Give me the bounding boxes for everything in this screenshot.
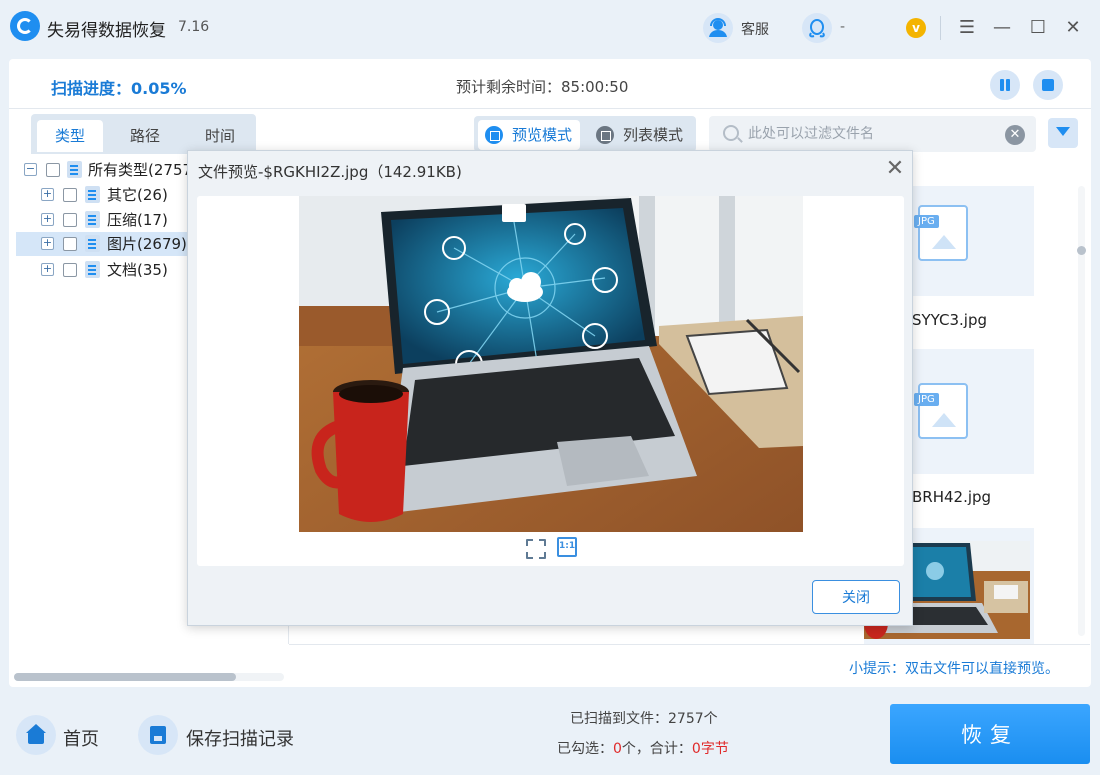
tree-label: 图片(2679)	[107, 235, 187, 253]
expand-icon[interactable]: +	[41, 188, 54, 201]
selected-size: 0字节	[691, 741, 729, 757]
tree-label: 所有类型(2757)	[88, 161, 191, 179]
tree-label: 压缩(17)	[107, 211, 168, 229]
document-icon	[85, 261, 100, 278]
title-separator	[940, 16, 941, 40]
collapse-icon[interactable]: −	[24, 163, 37, 176]
tree-label: 文档(35)	[107, 261, 168, 279]
close-window-icon[interactable]: ✕	[1061, 16, 1085, 40]
menu-icon[interactable]: ☰	[955, 16, 979, 40]
checkbox[interactable]	[63, 188, 77, 202]
tree-label: 其它(26)	[107, 186, 168, 204]
scan-progress: 扫描进度：0.05%	[51, 79, 187, 98]
selected-prefix: 已勾选：	[557, 741, 613, 757]
recover-button[interactable]: 恢复	[890, 704, 1090, 764]
tree-item-archive[interactable]: + 压缩(17)	[16, 208, 191, 232]
all-types-icon	[67, 161, 82, 178]
file-type-tag: JPG	[914, 215, 939, 228]
expand-icon[interactable]: +	[41, 213, 54, 226]
preview-image	[299, 196, 803, 532]
minimize-icon[interactable]: —	[990, 16, 1014, 40]
tree-item-all[interactable]: − 所有类型(2757)	[16, 158, 191, 182]
image-icon	[85, 235, 100, 252]
tip-text: 小提示：双击文件可以直接预览。	[849, 661, 1059, 677]
checkbox[interactable]	[63, 263, 77, 277]
stop-icon[interactable]	[1033, 70, 1063, 100]
other-files-icon	[85, 186, 100, 203]
list-mode-button[interactable]: 列表模式	[589, 120, 693, 150]
checkbox[interactable]	[63, 213, 77, 227]
expand-icon[interactable]: +	[41, 237, 54, 250]
app-title: 失易得数据恢复	[47, 21, 166, 41]
tree-item-other[interactable]: + 其它(26)	[16, 183, 191, 207]
selected-summary: 已勾选：0个，合计：0字节	[557, 738, 729, 758]
pause-icon[interactable]	[990, 70, 1020, 100]
actual-size-icon[interactable]: 1:1	[557, 537, 577, 557]
preview-mode-button[interactable]: 预览模式	[478, 120, 580, 150]
search-icon	[723, 125, 739, 141]
scanned-count: 已扫描到文件：2757个	[570, 711, 718, 727]
checkbox[interactable]	[46, 163, 60, 177]
horizontal-scrollbar-thumb[interactable]	[14, 673, 236, 681]
archive-icon	[85, 211, 100, 228]
filter-icon[interactable]	[1048, 118, 1078, 148]
tab-time[interactable]: 时间	[187, 120, 253, 152]
file-name[interactable]: BRH42.jpg	[912, 488, 991, 506]
file-type-tag: JPG	[914, 393, 939, 406]
save-icon[interactable]	[138, 715, 178, 755]
save-scan-record-label[interactable]: 保存扫描记录	[186, 725, 294, 751]
app-logo-icon	[10, 11, 40, 41]
vertical-scrollbar-thumb[interactable]	[1077, 246, 1086, 255]
file-name[interactable]: SYYC3.jpg	[912, 311, 987, 329]
qq-icon[interactable]	[802, 13, 832, 43]
customer-service-icon[interactable]	[703, 13, 733, 43]
qq-label: -	[840, 19, 846, 35]
app-version: 7.16	[178, 19, 210, 35]
home-label[interactable]: 首页	[63, 725, 99, 751]
home-icon[interactable]	[16, 715, 56, 755]
tree-item-images[interactable]: + 图片(2679)	[16, 232, 191, 256]
fit-screen-icon[interactable]	[524, 537, 544, 557]
tab-path[interactable]: 路径	[112, 120, 178, 152]
close-preview-button[interactable]: 关闭	[812, 580, 900, 614]
jpg-file-icon: JPG	[914, 205, 968, 261]
modal-title: 文件预览-$RGKHI2Z.jpg（142.91KB)	[198, 163, 462, 181]
selected-mid: 个，合计：	[621, 741, 692, 757]
tree-item-documents[interactable]: + 文档(35)	[16, 258, 191, 282]
header-divider	[9, 108, 1091, 109]
search-input[interactable]	[748, 119, 998, 149]
expand-icon[interactable]: +	[41, 263, 54, 276]
customer-service-label[interactable]: 客服	[741, 19, 769, 39]
list-icon	[596, 126, 614, 144]
remaining-time: 预计剩余时间：85:00:50	[456, 78, 629, 96]
tab-type[interactable]: 类型	[37, 120, 103, 152]
list-mode-label: 列表模式	[623, 126, 684, 144]
close-icon[interactable]: ✕	[883, 157, 907, 181]
clear-search-icon[interactable]: ✕	[1005, 125, 1025, 145]
preview-mode-label: 预览模式	[512, 126, 573, 144]
maximize-icon[interactable]: ☐	[1026, 16, 1050, 40]
checkbox[interactable]	[63, 237, 77, 251]
jpg-file-icon: JPG	[914, 383, 968, 439]
grid-icon	[485, 126, 503, 144]
selected-count: 0	[613, 741, 622, 757]
vip-icon[interactable]: v	[906, 18, 926, 38]
